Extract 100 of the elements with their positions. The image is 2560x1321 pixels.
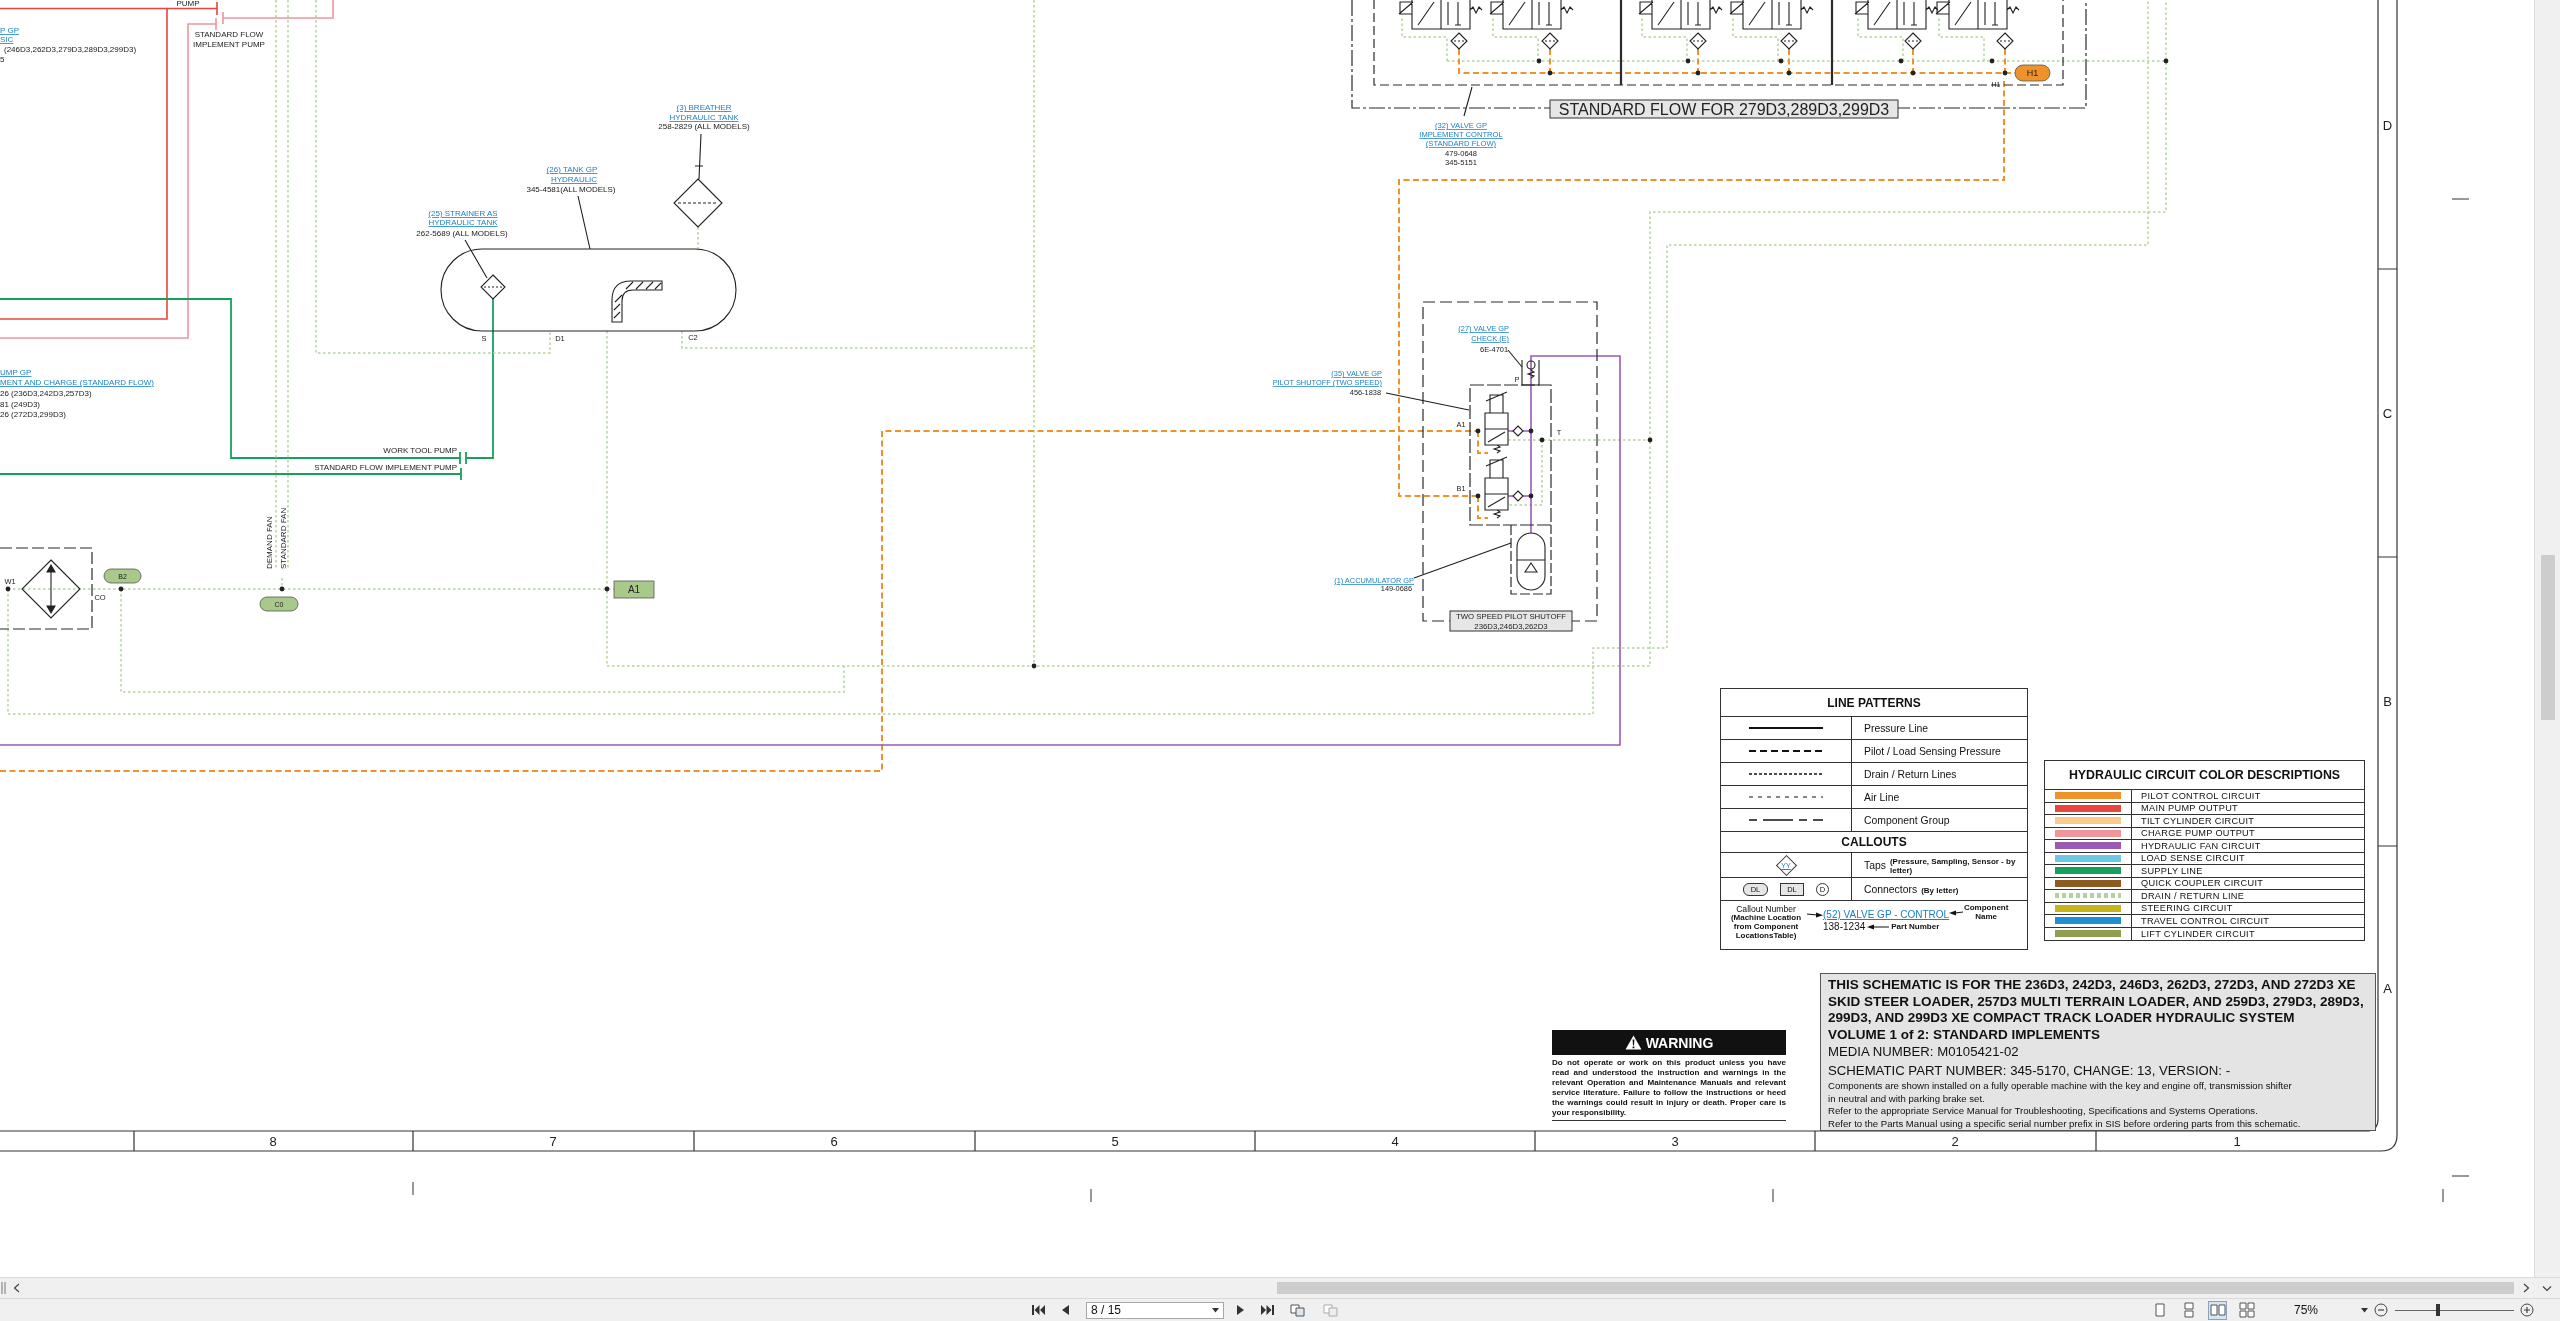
junction-dot-icon xyxy=(1475,493,1481,499)
filter-symbol xyxy=(1996,32,2014,50)
color-swatch-icon xyxy=(2055,917,2121,925)
zoom-out-icon[interactable] xyxy=(2374,1303,2388,1317)
first-page-icon[interactable] xyxy=(1032,1304,1045,1316)
legend-title: HYDRAULIC CIRCUIT COLOR DESCRIPTIONS xyxy=(2045,761,2364,790)
line-pattern-icon xyxy=(1749,749,1823,753)
filter-symbol xyxy=(1904,32,1922,50)
legend-label: PILOT CONTROL CIRCUIT xyxy=(2141,790,2261,801)
zoom-in-icon[interactable] xyxy=(2520,1303,2534,1317)
crop-mark xyxy=(2451,1175,2470,1177)
junction-dot-icon xyxy=(604,586,610,592)
legend-label: Taps xyxy=(1864,859,1886,871)
leader-line xyxy=(464,239,488,279)
view-mode-button[interactable] xyxy=(2208,1300,2227,1320)
next-page-icon[interactable] xyxy=(1236,1304,1245,1316)
legend-label: TRAVEL CONTROL CIRCUIT xyxy=(2141,915,2270,926)
schematic-label: 345-4581(ALL MODELS) xyxy=(526,185,616,194)
title-note: Refer to the Parts Manual using a specific serial number prefix in SIS before ordering parts from this schematic. xyxy=(1828,1117,2302,1131)
view-mode-button[interactable] xyxy=(2237,1300,2256,1320)
legend-label: SUPPLY LINE xyxy=(2141,865,2203,876)
part-number-line: SCHEMATIC PART NUMBER: 345-5170, CHANGE: 13, VERSION: - xyxy=(1828,1061,2232,1080)
crop-mark xyxy=(1090,1188,1092,1203)
junction-dot-icon xyxy=(2002,70,2008,76)
callout-link[interactable]: (26) TANK GP xyxy=(546,165,598,174)
page-layout-icon xyxy=(2238,1302,2255,1318)
junction-dot-icon xyxy=(1898,58,1904,64)
caret-icon xyxy=(2361,1307,2368,1313)
last-page-icon[interactable] xyxy=(1261,1304,1274,1316)
legend-label: Air Line xyxy=(1864,791,1900,803)
junction-dot-icon xyxy=(1989,58,1995,64)
callout-link[interactable]: HYDRAULIC TANK xyxy=(428,218,498,227)
junction-dot-icon xyxy=(1475,428,1481,434)
legend-label: Pilot / Load Sensing Pressure xyxy=(1864,745,2001,757)
schematic-label: PUMP xyxy=(176,0,200,8)
junction-dot-icon xyxy=(1786,70,1792,76)
chevron-down-icon[interactable] xyxy=(2542,1284,2552,1292)
junction-dot-icon xyxy=(1539,437,1545,443)
schematic-label: 5 xyxy=(0,55,5,64)
callout-link[interactable]: SIC xyxy=(0,35,14,44)
junction-dot-icon xyxy=(1547,70,1553,76)
junction-dot-icon xyxy=(279,586,285,592)
junction-dot-icon xyxy=(1031,663,1037,669)
two-pages-icon[interactable] xyxy=(1290,1303,1305,1317)
schematic-label: 26 (236D3,242D3,257D3) xyxy=(0,389,92,398)
color-swatch-icon xyxy=(2055,879,2121,887)
legend-note: (By letter) xyxy=(1921,885,1959,895)
warning-icon xyxy=(1624,1035,1642,1050)
leader-line xyxy=(1463,86,1473,117)
accumulator-symbol xyxy=(1516,532,1546,591)
breather-symbol xyxy=(673,178,723,228)
scroll-right-icon[interactable] xyxy=(2523,1283,2530,1293)
line-label: STANDARD FAN xyxy=(279,507,288,569)
group-title-label: STANDARD FLOW FOR 279D3,289D3,299D3 xyxy=(1549,99,1899,119)
callout-link[interactable]: (52) VALVE GP - CONTROL xyxy=(1823,908,1950,921)
callout-link[interactable]: P GP xyxy=(0,26,19,35)
callout-link[interactable]: (25) STRAINER AS xyxy=(428,209,498,218)
legend-title: LINE PATTERNS xyxy=(1721,689,2027,717)
color-swatch-icon xyxy=(2055,842,2121,850)
schematic-label: (246D3,262D3,279D3,289D3,299D3) xyxy=(4,45,137,54)
callout-link[interactable]: UMP GP xyxy=(0,368,32,377)
legend-label: CHARGE PUMP OUTPUT xyxy=(2141,828,2255,839)
line-pattern-icon xyxy=(1749,772,1823,776)
grid-row-marker: B xyxy=(2383,694,2392,709)
junction-dot-icon xyxy=(1528,428,1534,434)
crop-mark xyxy=(412,1181,414,1196)
part-number: 138-1234 xyxy=(1823,921,1866,933)
junction-dot-icon xyxy=(1536,58,1542,64)
leader-line xyxy=(1507,349,1523,368)
media-number: MEDIA NUMBER: M0105421-02 xyxy=(1828,1043,2020,1061)
schematic-label: 26 (272D3,299D3) xyxy=(0,410,66,419)
grid-row-marker: A xyxy=(2383,981,2392,996)
connector-label: A1 xyxy=(627,584,641,596)
leader-line xyxy=(694,133,704,180)
color-swatch-icon xyxy=(2055,854,2121,862)
schematic-label: IMPLEMENT PUMP xyxy=(193,40,265,49)
callout-link[interactable]: (3) BREATHER xyxy=(676,103,732,112)
page-layout-icon xyxy=(2209,1302,2226,1318)
volume-title: VOLUME 1 of 2: STANDARD IMPLEMENTS xyxy=(1828,1026,2101,1043)
schematic-label: 262-5689 (ALL MODELS) xyxy=(416,229,508,238)
line-pattern-icon xyxy=(1749,818,1823,822)
previous-page-icon[interactable] xyxy=(1061,1304,1070,1316)
title-note: Refer to the appropriate Service Manual for Troubleshooting, Specifications and Systems Operations. xyxy=(1828,1105,2259,1118)
page-field[interactable]: 8 / 15 xyxy=(1086,1301,1224,1319)
callout-link[interactable]: HYDRAULIC TANK xyxy=(669,113,739,122)
filter-symbol xyxy=(1450,32,1468,50)
cooler-symbol xyxy=(21,559,81,619)
pointer-arrow-icon xyxy=(1949,910,1964,916)
shuttle-symbol xyxy=(1512,425,1524,437)
title-heading: THIS SCHEMATIC IS FOR THE 236D3, 242D3, 246D3, 262D3, 272D3, AND 272D3 XE SKID STEER LOADER, 257D3 MULTI TERRAIN LOADER, AND 259D3, 279D3, 289D3, 299D3, AND 299D3 XE COMPACT TRACK LOADER HYDRAULIC SYSTEM xyxy=(1828,977,2365,1027)
slider-thumb[interactable] xyxy=(2435,1304,2440,1316)
callout-link[interactable]: MENT AND CHARGE (STANDARD FLOW) xyxy=(0,378,154,387)
scrollbar-thumb[interactable] xyxy=(1277,1282,2514,1294)
legend-label: DRAIN / RETURN LINE xyxy=(2141,890,2245,901)
zoom-dropdown[interactable]: 75% xyxy=(2288,1301,2372,1319)
callout-link[interactable]: HYDRAULIC xyxy=(550,175,598,184)
scroll-left-icon[interactable] xyxy=(13,1283,20,1293)
line-pattern-icon xyxy=(1749,726,1823,730)
scrollbar-thumb[interactable] xyxy=(2540,555,2555,720)
legend-note: Component Name xyxy=(1963,904,2010,922)
